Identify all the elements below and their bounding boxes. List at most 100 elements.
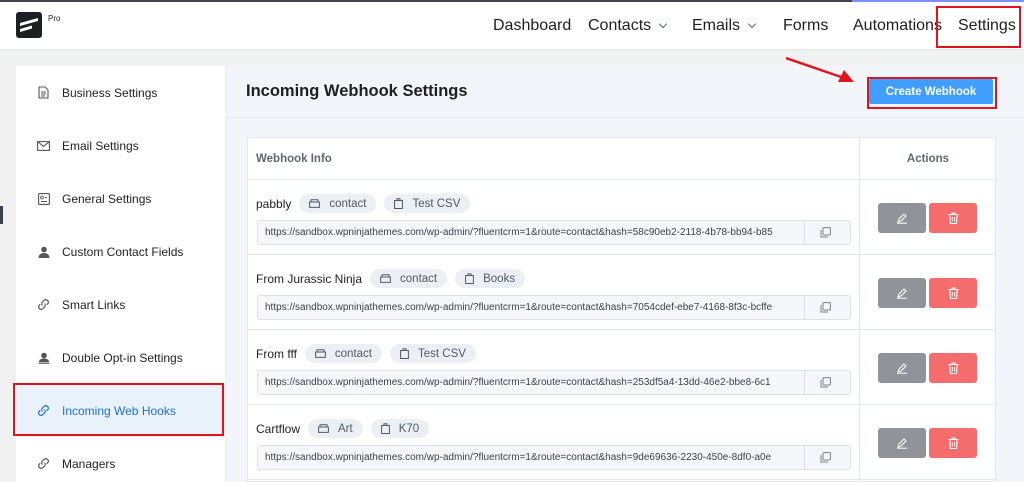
tag-icon [380, 423, 390, 434]
user-check-icon [37, 351, 50, 364]
list-tag-label: contact [329, 197, 367, 210]
delete-webhook-button[interactable] [929, 353, 977, 383]
edit-webhook-button[interactable] [878, 353, 926, 383]
list-icon [315, 349, 326, 358]
webhook-name-line: pabbly contact Test CSV [256, 194, 471, 213]
nav-label: Dashboard [493, 17, 572, 34]
webhook-url-field[interactable]: https://sandbox.wpninjathemes.com/wp-adm… [257, 295, 851, 320]
table-row: From fff contact Test CSV https://sandbo… [248, 330, 997, 405]
nav-label: Automations [853, 17, 942, 34]
sidebar-item-label: Managers [62, 456, 116, 471]
edit-icon [897, 213, 907, 224]
webhook-url-field[interactable]: https://sandbox.wpninjathemes.com/wp-adm… [257, 445, 851, 470]
copy-icon[interactable] [820, 452, 831, 463]
edit-icon [897, 288, 907, 299]
nav-contacts[interactable]: Contacts [588, 2, 668, 50]
sidebar-item-email-settings[interactable]: Email Settings [16, 119, 225, 172]
delete-webhook-button[interactable] [929, 278, 977, 308]
sidebar-highlight-annotation [13, 383, 224, 436]
copy-icon[interactable] [820, 302, 831, 313]
tag-tag: Test CSV [389, 344, 476, 363]
column-header-webhook-info: Webhook Info [256, 152, 332, 165]
nav-label: Forms [783, 17, 829, 34]
nav-label: Contacts [588, 17, 652, 34]
table-row: From Jurassic Ninja contact Books https:… [248, 255, 997, 330]
create-webhook-highlight-annotation [867, 77, 997, 109]
sidebar-item-managers[interactable]: Managers [16, 437, 225, 482]
webhook-name-line: From Jurassic Ninja contact Books [256, 269, 526, 288]
edit-webhook-button[interactable] [878, 428, 926, 458]
sidebar-item-double-opt-in-settings[interactable]: Double Opt-in Settings [16, 331, 225, 384]
chevron-down-icon [658, 19, 668, 29]
sidebar-item-custom-contact-fields[interactable]: Custom Contact Fields [16, 225, 225, 278]
nav-emails[interactable]: Emails [692, 2, 757, 50]
webhook-name-line: From fff contact Test CSV [256, 344, 476, 363]
url-field-divider [804, 221, 805, 244]
list-tag: contact [304, 344, 382, 363]
pro-badge: Pro [48, 14, 61, 23]
link-icon [37, 298, 50, 311]
envelope-icon [37, 139, 50, 152]
edit-webhook-button[interactable] [878, 203, 926, 233]
logo-mark-icon [20, 18, 38, 32]
delete-webhook-button[interactable] [929, 203, 977, 233]
webhook-url-field[interactable]: https://sandbox.wpninjathemes.com/wp-adm… [257, 370, 851, 395]
edit-icon [897, 438, 907, 449]
document-icon [37, 86, 50, 99]
tag-tag: Books [455, 269, 526, 288]
edit-icon [897, 363, 907, 374]
page-title: Incoming Webhook Settings [246, 82, 468, 100]
webhook-url-text: https://sandbox.wpninjathemes.com/wp-adm… [265, 377, 771, 388]
user-icon [37, 245, 50, 258]
settings-card-icon [37, 192, 50, 205]
copy-icon[interactable] [820, 377, 831, 388]
sidebar-item-label: Business Settings [62, 85, 158, 100]
sidebar-item-general-settings[interactable]: General Settings [16, 172, 225, 225]
tag-tag: K70 [370, 419, 430, 438]
url-field-divider [804, 296, 805, 319]
list-icon [318, 424, 329, 433]
list-tag-label: contact [400, 272, 438, 285]
fluentcrm-logo[interactable] [16, 12, 42, 38]
sidebar-item-label: Custom Contact Fields [62, 244, 184, 259]
tag-tag-label: Books [483, 272, 516, 285]
copy-icon[interactable] [820, 227, 831, 238]
list-tag: contact [370, 269, 448, 288]
webhook-name: Cartflow [256, 421, 301, 436]
edit-webhook-button[interactable] [878, 278, 926, 308]
row-divider [248, 479, 997, 480]
list-tag-label: Art [338, 422, 353, 435]
sidebar-item-label: General Settings [62, 191, 152, 206]
webhook-url-field[interactable]: https://sandbox.wpninjathemes.com/wp-adm… [257, 220, 851, 245]
webhook-name: pabbly [256, 196, 292, 211]
webhook-url-text: https://sandbox.wpninjathemes.com/wp-adm… [265, 452, 772, 463]
sidebar-item-label: Email Settings [62, 138, 139, 153]
tag-tag: Test CSV [384, 194, 471, 213]
webhook-url-text: https://sandbox.wpninjathemes.com/wp-adm… [265, 302, 773, 313]
webhooks-table: Webhook Info Actions pabbly contact Test… [247, 137, 997, 482]
list-tag-label: contact [334, 347, 372, 360]
trash-icon [948, 437, 958, 449]
nav-forms[interactable]: Forms [783, 2, 828, 50]
nav-dashboard[interactable]: Dashboard [493, 2, 571, 50]
top-navigation-bar: Pro Dashboard Contacts Emails Forms Auto… [0, 2, 1024, 50]
link-icon [37, 457, 50, 470]
list-tag: contact [299, 194, 377, 213]
list-icon [309, 199, 321, 208]
tag-icon [394, 198, 404, 209]
tag-tag-label: Test CSV [417, 347, 466, 360]
trash-icon [948, 212, 958, 224]
url-field-divider [804, 371, 805, 394]
settings-highlight-annotation [936, 6, 1021, 48]
webhook-name: From fff [256, 346, 297, 361]
nav-automations[interactable]: Automations [853, 2, 942, 50]
sidebar-item-business-settings[interactable]: Business Settings [16, 66, 225, 119]
trash-icon [948, 362, 958, 374]
sidebar-item-label: Double Opt-in Settings [62, 350, 183, 365]
tag-icon [400, 348, 409, 359]
chevron-down-icon [747, 19, 757, 29]
table-row: Cartflow Art K70 https://sandbox.wpninja… [248, 405, 997, 480]
tag-tag-label: K70 [398, 422, 420, 435]
delete-webhook-button[interactable] [929, 428, 977, 458]
sidebar-item-smart-links[interactable]: Smart Links [16, 278, 225, 331]
